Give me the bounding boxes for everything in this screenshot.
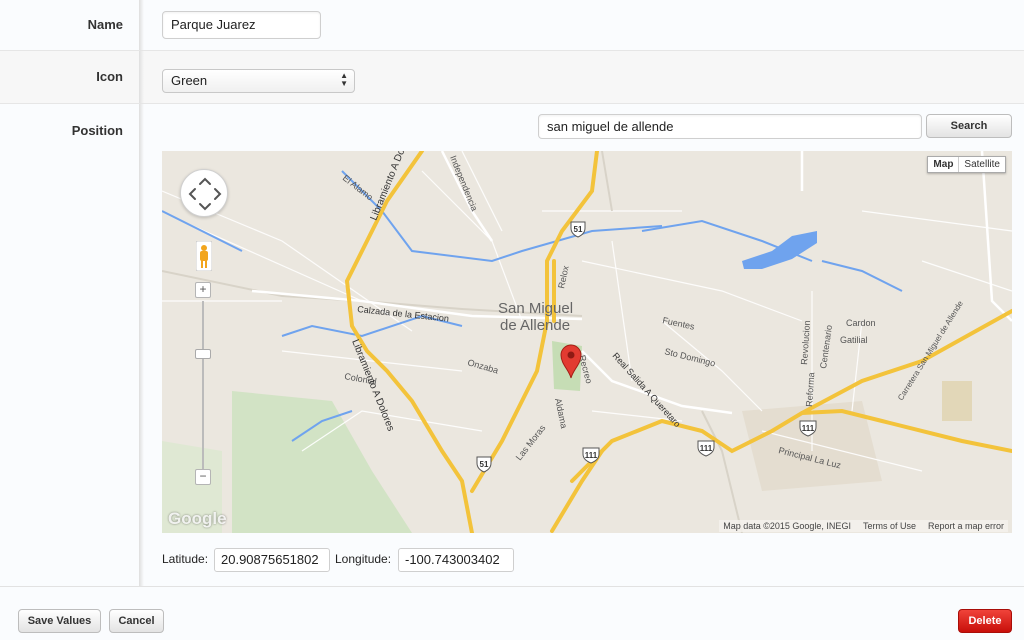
latitude-label: Latitude: xyxy=(162,552,209,566)
delete-button[interactable]: Delete xyxy=(958,609,1012,633)
icon-row: Icon Green ▲ ▼ xyxy=(0,51,1024,104)
longitude-input[interactable]: -100.743003402 xyxy=(398,548,514,572)
map-type-map[interactable]: Map xyxy=(928,157,960,172)
name-row: Name Parque Juarez xyxy=(0,0,1024,51)
map-search-input[interactable]: san miguel de allende xyxy=(538,114,922,139)
map-tiles: Libramiento A Dolores Independencia El A… xyxy=(162,151,1012,533)
longitude-label: Longitude: xyxy=(335,552,392,566)
cancel-button[interactable]: Cancel xyxy=(109,609,164,633)
city-label-line1: San Miguel xyxy=(498,300,573,317)
svg-text:111: 111 xyxy=(802,424,815,433)
map-type-control: Map Satellite xyxy=(927,156,1006,173)
zoom-slider-track[interactable] xyxy=(202,301,204,469)
name-input[interactable]: Parque Juarez xyxy=(162,11,321,39)
street-label-cardon: Cardon xyxy=(846,318,876,328)
google-logo: Google xyxy=(168,509,227,528)
latitude-input[interactable]: 20.90875651802 xyxy=(214,548,330,572)
svg-text:111: 111 xyxy=(585,451,598,460)
select-arrows-icon: ▲ ▼ xyxy=(340,71,348,88)
map-attribution: Map data ©2015 Google, INEGI Terms of Us… xyxy=(719,520,1008,532)
zoom-out-button[interactable]: − xyxy=(195,469,211,485)
svg-text:51: 51 xyxy=(574,225,583,234)
form-footer: Save Values Cancel Delete xyxy=(0,586,1024,640)
pan-control[interactable] xyxy=(180,169,228,217)
pegman-icon[interactable] xyxy=(195,240,213,272)
report-map-error-link[interactable]: Report a map error xyxy=(928,521,1004,531)
icon-select-value: Green xyxy=(171,73,208,88)
pan-arrows-icon xyxy=(188,177,222,211)
city-label-line2: de Allende xyxy=(500,317,570,334)
map-search-button[interactable]: Search xyxy=(926,114,1012,138)
terms-of-use-link[interactable]: Terms of Use xyxy=(863,521,916,531)
name-label: Name xyxy=(87,17,123,32)
svg-text:51: 51 xyxy=(480,460,489,469)
save-values-button[interactable]: Save Values xyxy=(18,609,101,633)
map-data-credit: Map data ©2015 Google, INEGI xyxy=(723,521,851,531)
location-marker-icon[interactable] xyxy=(560,343,582,379)
position-label: Position xyxy=(71,123,123,138)
icon-select[interactable]: Green ▲ ▼ xyxy=(162,69,355,93)
map-type-satellite[interactable]: Satellite xyxy=(959,157,1005,172)
svg-text:111: 111 xyxy=(700,444,713,453)
zoom-slider-knob[interactable] xyxy=(195,349,211,359)
street-label-gatilial: Gatilial xyxy=(840,335,868,345)
map-canvas[interactable]: Libramiento A Dolores Independencia El A… xyxy=(162,151,1012,533)
zoom-in-button[interactable]: + xyxy=(195,282,211,298)
icon-label: Icon xyxy=(96,69,123,84)
